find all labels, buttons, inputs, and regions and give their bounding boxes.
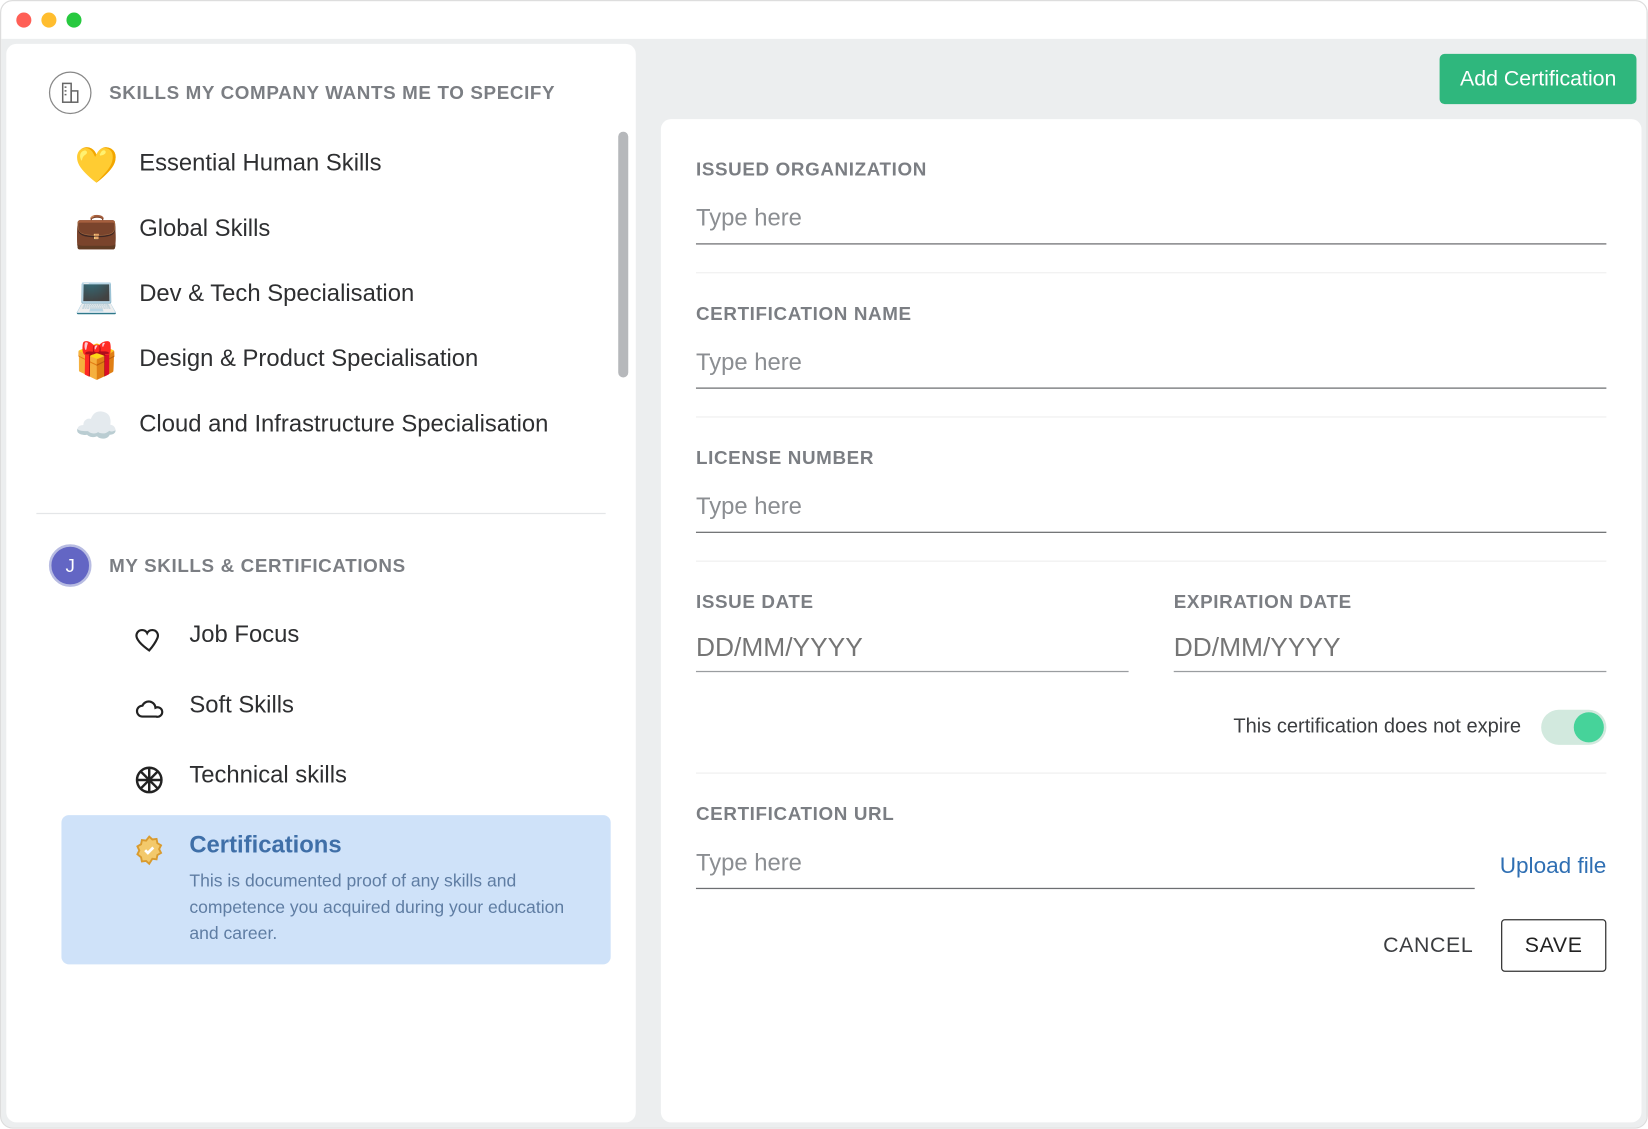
skill-label: Dev & Tech Specialisation [139,281,414,309]
skill-item-essential-human[interactable]: 💛 Essential Human Skills [6,132,605,197]
skill-item-global[interactable]: 💼 Global Skills [6,197,605,262]
field-license-number: LICENSE NUMBER [696,440,1606,562]
skill-label: Design & Product Specialisation [139,346,478,374]
expiration-date-label: EXPIRATION DATE [1174,592,1607,613]
content-area: SKILLS MY COMPANY WANTS ME TO SPECIFY 💛 … [1,39,1646,1127]
expiration-date-col: EXPIRATION DATE [1174,592,1607,672]
main-panel: Add Certification ISSUED ORGANIZATION CE… [661,44,1642,1122]
laptop-icon: 💻 [76,275,116,315]
skill-label: Essential Human Skills [139,150,381,178]
my-skill-technical[interactable]: Technical skills [61,745,610,815]
add-certification-button[interactable]: Add Certification [1440,54,1637,104]
certification-name-input[interactable] [696,342,1606,388]
my-skill-label: Technical skills [189,762,347,790]
no-expire-label: This certification does not expire [1233,716,1521,739]
upload-file-link[interactable]: Upload file [1500,853,1607,889]
my-skill-soft-skills[interactable]: Soft Skills [61,675,610,745]
company-skills-header: SKILLS MY COMPANY WANTS ME TO SPECIFY [6,59,636,132]
no-expire-row: This certification does not expire [696,710,1606,745]
my-skills-list: Job Focus Soft Skills Technical skills [6,604,636,964]
certification-url-input[interactable] [696,843,1475,889]
certification-form: ISSUED ORGANIZATION CERTIFICATION NAME L… [661,119,1642,1122]
company-skills-title: SKILLS MY COMPANY WANTS ME TO SPECIFY [109,82,555,103]
sidebar: SKILLS MY COMPANY WANTS ME TO SPECIFY 💛 … [6,44,636,1122]
license-number-input[interactable] [696,487,1606,533]
window-minimize-icon[interactable] [41,13,56,28]
avatar: J [49,544,92,587]
titlebar [1,1,1646,39]
heart-outline-icon [132,622,167,657]
license-number-label: LICENSE NUMBER [696,448,1606,469]
my-skill-certifications[interactable]: Certifications This is documented proof … [61,815,610,964]
field-certification-url: CERTIFICATION URL Upload file [696,796,1606,894]
cancel-button[interactable]: CANCEL [1373,920,1483,970]
my-skills-title: MY SKILLS & CERTIFICATIONS [109,555,406,576]
heart-icon: 💛 [76,144,116,184]
issue-date-col: ISSUE DATE [696,592,1129,672]
sidebar-divider [36,513,605,514]
avatar-letter: J [66,555,75,576]
app-window: SKILLS MY COMPANY WANTS ME TO SPECIFY 💛 … [0,0,1648,1129]
my-skill-description: This is documented proof of any skills a… [189,868,585,947]
issue-date-label: ISSUE DATE [696,592,1129,613]
building-icon [49,71,92,114]
save-button[interactable]: SAVE [1501,919,1606,972]
skill-item-dev-tech[interactable]: 💻 Dev & Tech Specialisation [6,262,605,327]
gift-icon: 🎁 [76,340,116,380]
cloud-icon: ☁️ [76,405,116,445]
issue-date-input[interactable] [696,631,1129,672]
field-issued-organization: ISSUED ORGANIZATION [696,152,1606,274]
expiration-date-input[interactable] [1174,631,1607,672]
scrollbar-thumb[interactable] [618,132,628,378]
cloud-outline-icon [132,692,167,727]
wheel-icon [132,762,167,797]
my-skill-label: Soft Skills [189,692,294,720]
badge-icon [132,833,167,868]
toggle-knob [1574,712,1604,742]
issued-organization-label: ISSUED ORGANIZATION [696,159,1606,180]
skill-label: Global Skills [139,216,270,244]
my-skill-label: Certifications [189,833,585,861]
my-skills-header: J MY SKILLS & CERTIFICATIONS [6,532,636,605]
form-actions: CANCEL SAVE [696,919,1606,972]
my-skill-job-focus[interactable]: Job Focus [61,604,610,674]
skill-item-design-product[interactable]: 🎁 Design & Product Specialisation [6,327,605,392]
field-certification-name: CERTIFICATION NAME [696,296,1606,418]
main-toolbar: Add Certification [661,44,1642,119]
my-skill-label: Job Focus [189,622,299,650]
skill-item-cloud-infra[interactable]: ☁️ Cloud and Infrastructure Specialisati… [6,393,605,458]
field-dates: ISSUE DATE EXPIRATION DATE This certific… [696,584,1606,773]
briefcase-icon: 💼 [76,209,116,249]
certification-url-label: CERTIFICATION URL [696,804,1606,825]
skill-label: Cloud and Infrastructure Specialisation [139,411,548,439]
certification-name-label: CERTIFICATION NAME [696,303,1606,324]
window-close-icon[interactable] [16,13,31,28]
no-expire-toggle[interactable] [1541,710,1606,745]
company-skills-list: 💛 Essential Human Skills 💼 Global Skills… [6,132,636,506]
issued-organization-input[interactable] [696,198,1606,244]
window-zoom-icon[interactable] [66,13,81,28]
